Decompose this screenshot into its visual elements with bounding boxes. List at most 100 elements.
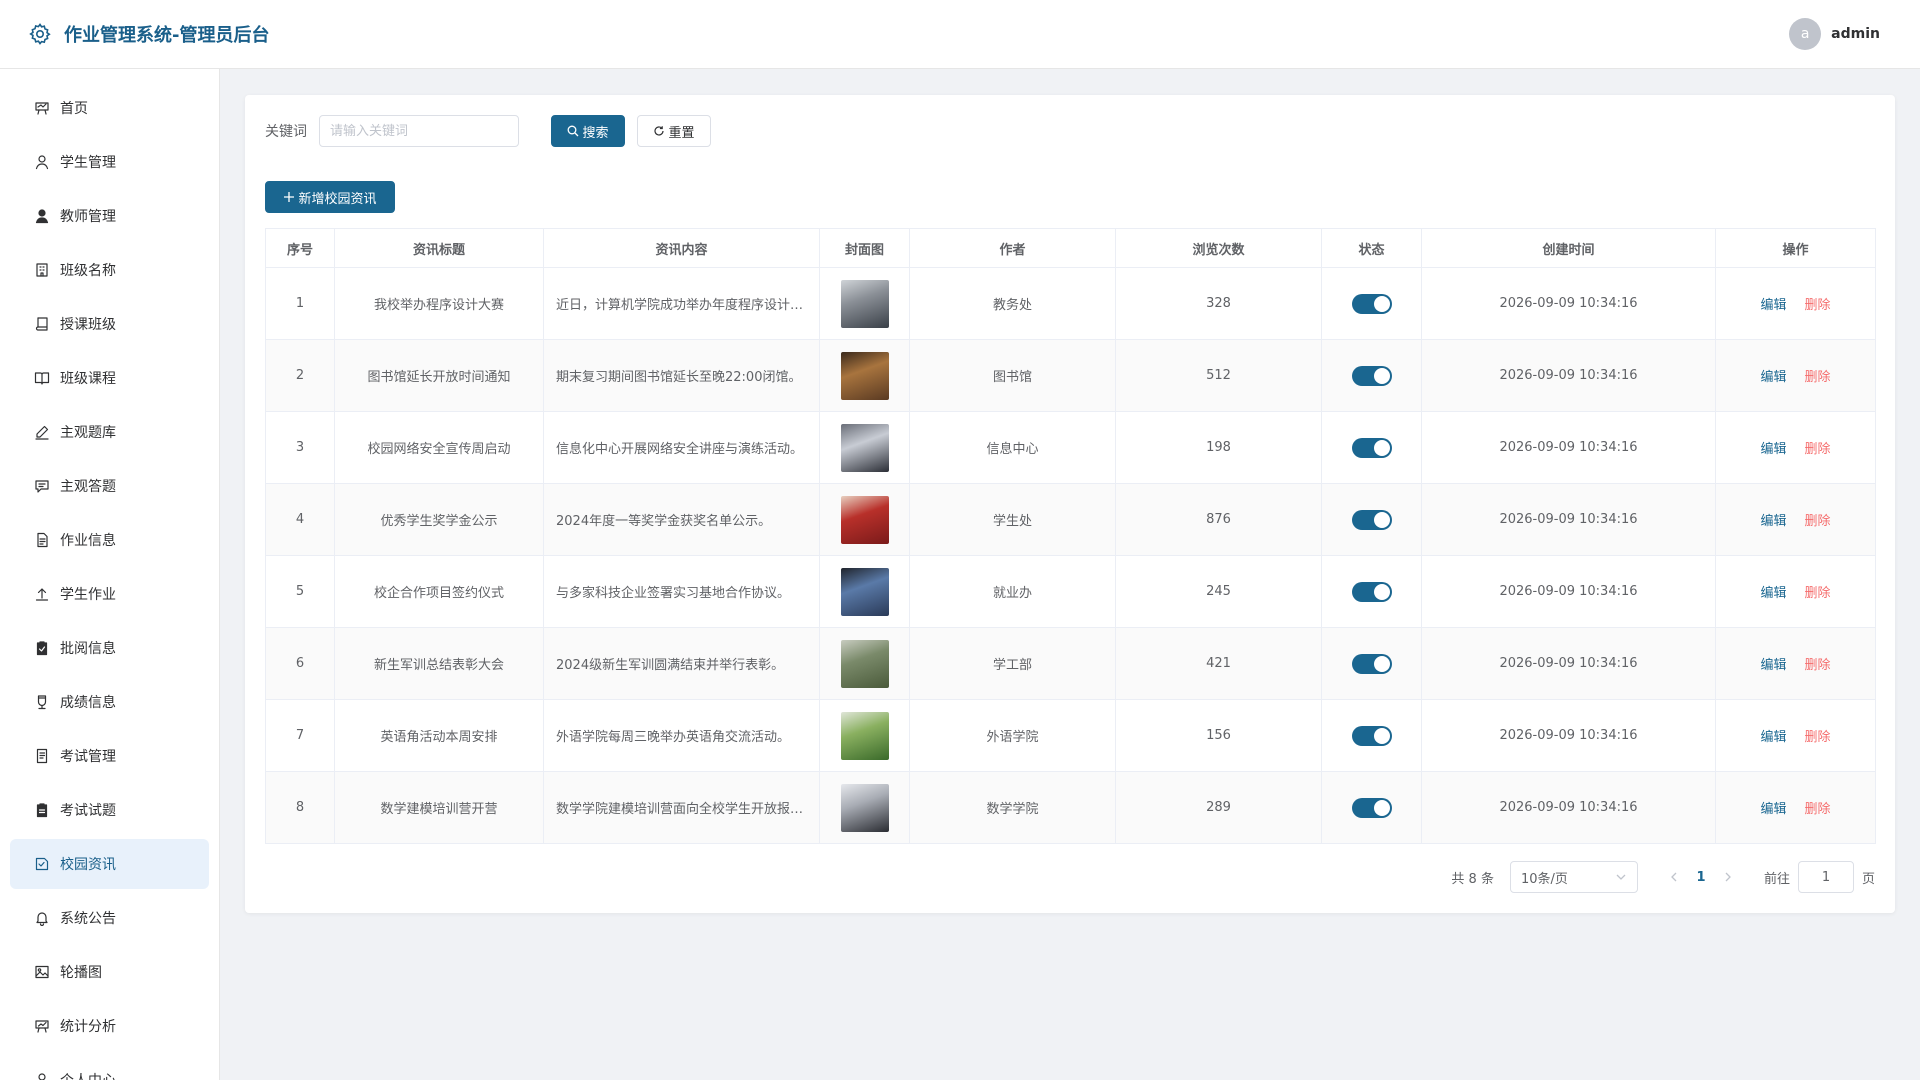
news-author: 学生处 [909, 483, 1116, 556]
status-toggle[interactable] [1351, 365, 1392, 386]
search-button-label: 搜索 [582, 125, 609, 141]
status-cell [1321, 627, 1422, 700]
sidebar-item-10[interactable]: 批阅信息 [10, 623, 209, 673]
status-toggle[interactable] [1351, 509, 1392, 530]
status-toggle[interactable] [1351, 725, 1392, 746]
delete-button[interactable]: 删除 [1805, 442, 1831, 457]
column-header: 浏览次数 [1115, 228, 1322, 268]
reset-button[interactable]: 重置 [637, 115, 711, 147]
created-time: 2026-09-09 10:34:16 [1421, 627, 1716, 700]
edit-button[interactable]: 编辑 [1760, 730, 1786, 745]
cover-image[interactable] [840, 783, 889, 832]
sidebar-item-11[interactable]: 成绩信息 [10, 677, 209, 727]
delete-button[interactable]: 删除 [1805, 586, 1831, 601]
delete-button[interactable]: 删除 [1805, 658, 1831, 673]
goto-suffix: 页 [1861, 871, 1875, 887]
sidebar-item-label: 主观答题 [60, 479, 116, 495]
main-card: 关键词 搜索 重置 新增校园资讯 序号资讯标题资讯内容封面图作者浏览次数状态创建… [245, 95, 1895, 913]
created-time: 2026-09-09 10:34:16 [1421, 699, 1716, 772]
table-row: 4 优秀学生奖学金公示 2024年度一等奖学金获奖名单公示。 学生处 876 2026-0… [265, 483, 1876, 556]
page-number-current[interactable]: 1 [1686, 870, 1716, 885]
created-time: 2026-09-09 10:34:16 [1421, 411, 1716, 484]
cover-image[interactable] [840, 495, 889, 544]
search-button[interactable]: 搜索 [551, 115, 625, 147]
edit-button[interactable]: 编辑 [1760, 442, 1786, 457]
cover-image[interactable] [840, 567, 889, 616]
sidebar-item-15[interactable]: 系统公告 [10, 893, 209, 943]
clipboard-check-icon [34, 640, 50, 656]
sidebar-item-label: 成绩信息 [60, 695, 116, 711]
toggle-knob [1373, 727, 1390, 744]
cover-image[interactable] [840, 423, 889, 472]
edit-button[interactable]: 编辑 [1760, 370, 1786, 385]
edit-button[interactable]: 编辑 [1760, 802, 1786, 817]
delete-button[interactable]: 删除 [1805, 730, 1831, 745]
sidebar-item-2[interactable]: 教师管理 [10, 191, 209, 241]
add-news-button[interactable]: 新增校园资讯 [265, 181, 395, 213]
sidebar-item-7[interactable]: 主观答题 [10, 461, 209, 511]
edit-button[interactable]: 编辑 [1760, 658, 1786, 673]
prev-page-button[interactable] [1662, 861, 1686, 893]
status-toggle[interactable] [1351, 437, 1392, 458]
sidebar-item-18[interactable]: 个人中心 [10, 1055, 209, 1080]
actions-cell: 编辑 删除 [1715, 771, 1876, 844]
sidebar-item-3[interactable]: 班级名称 [10, 245, 209, 295]
row-number: 1 [265, 267, 335, 340]
table-row: 6 新生军训总结表彰大会 2024级新生军训圆满结束并举行表彰。 学工部 421 2026… [265, 627, 1876, 700]
bell-icon [34, 910, 50, 926]
status-toggle[interactable] [1351, 293, 1392, 314]
delete-button[interactable]: 删除 [1805, 370, 1831, 385]
plus-icon [284, 192, 295, 202]
user-filled-icon [34, 208, 50, 224]
next-page-button[interactable] [1716, 861, 1740, 893]
news-author: 就业办 [909, 555, 1116, 628]
sidebar-item-9[interactable]: 学生作业 [10, 569, 209, 619]
document-icon [34, 532, 50, 548]
delete-button[interactable]: 删除 [1805, 802, 1831, 817]
sidebar-item-17[interactable]: 统计分析 [10, 1001, 209, 1051]
row-number: 8 [265, 771, 335, 844]
edit-button[interactable]: 编辑 [1760, 298, 1786, 313]
sidebar-item-6[interactable]: 主观题库 [10, 407, 209, 457]
user-menu[interactable]: a admin [1789, 18, 1880, 50]
cover-image[interactable] [840, 711, 889, 760]
delete-button[interactable]: 删除 [1805, 514, 1831, 529]
goto-label: 前往 [1763, 871, 1790, 887]
created-time: 2026-09-09 10:34:16 [1421, 771, 1716, 844]
cover-image[interactable] [840, 639, 889, 688]
username[interactable]: admin [1831, 26, 1880, 42]
column-header: 操作 [1715, 228, 1876, 268]
status-toggle[interactable] [1351, 581, 1392, 602]
sidebar-item-5[interactable]: 班级课程 [10, 353, 209, 403]
sidebar-item-label: 首页 [60, 101, 88, 117]
goto-page-input[interactable] [1797, 861, 1854, 893]
sidebar-item-13[interactable]: 考试试题 [10, 785, 209, 835]
edit-button[interactable]: 编辑 [1760, 586, 1786, 601]
sidebar-item-0[interactable]: 首页 [10, 83, 209, 133]
sidebar-item-8[interactable]: 作业信息 [10, 515, 209, 565]
sidebar-item-label: 学生作业 [60, 587, 116, 603]
status-toggle[interactable] [1351, 653, 1392, 674]
page-size-select[interactable]: 10条/页 [1509, 861, 1638, 893]
sidebar-item-14[interactable]: 校园资讯 [10, 839, 209, 889]
search-input[interactable] [319, 115, 519, 147]
actions-cell: 编辑 删除 [1715, 483, 1876, 556]
search-bar: 关键词 搜索 重置 [265, 115, 711, 147]
cover-image[interactable] [840, 351, 889, 400]
status-cell [1321, 555, 1422, 628]
sidebar-item-16[interactable]: 轮播图 [10, 947, 209, 997]
cover-cell [819, 627, 910, 700]
status-toggle[interactable] [1351, 797, 1392, 818]
cover-image[interactable] [840, 279, 889, 328]
sidebar-item-4[interactable]: 授课班级 [10, 299, 209, 349]
add-news-button-label: 新增校园资讯 [298, 191, 377, 207]
sidebar-item-label: 个人中心 [60, 1070, 116, 1080]
sidebar-item-12[interactable]: 考试管理 [10, 731, 209, 781]
column-header: 资讯标题 [334, 228, 544, 268]
sidebar-item-1[interactable]: 学生管理 [10, 137, 209, 187]
edit-button[interactable]: 编辑 [1760, 514, 1786, 529]
avatar[interactable]: a [1789, 18, 1822, 50]
view-count: 876 [1115, 483, 1322, 556]
delete-button[interactable]: 删除 [1805, 298, 1831, 313]
row-number: 6 [265, 627, 335, 700]
